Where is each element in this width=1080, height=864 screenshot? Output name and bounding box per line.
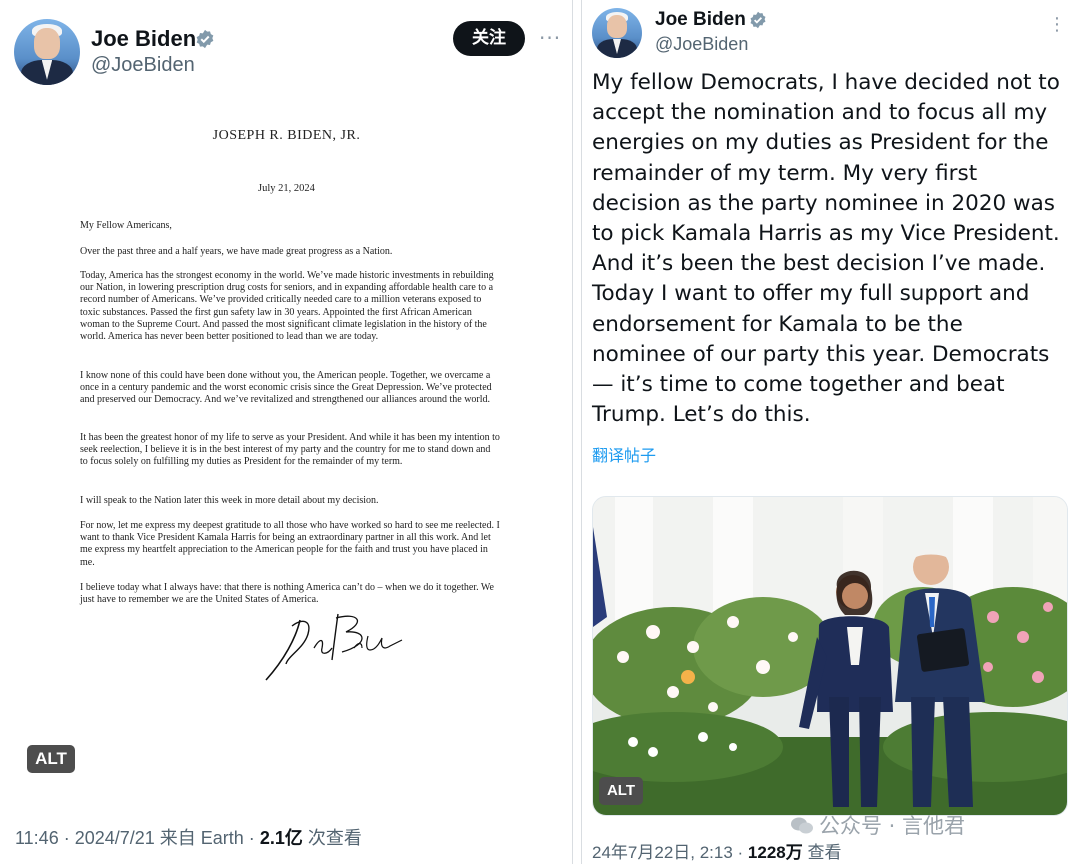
verified-badge-icon [750,11,766,29]
more-options-icon[interactable]: ⋮ [1048,14,1067,35]
photo-illustration [593,497,1067,815]
letter-paragraph: I believe today what I always have: that… [80,582,494,606]
author-handle[interactable]: @JoeBiden [655,34,748,55]
letter-date: July 21, 2024 [258,183,315,194]
alt-text-badge[interactable]: ALT [27,745,75,773]
letter-paragraph: Over the past three and a half years, we… [80,246,393,257]
letter-salutation: My Fellow Americans, [80,220,172,231]
left-post-panel: Joe Biden @JoeBiden 关注 ··· JOSEPH R. BID… [0,0,573,864]
author-name[interactable]: Joe Biden [655,9,746,31]
watermark: 公众号 · 言他君 [791,810,965,840]
view-count: 2.1亿 [259,828,303,848]
more-options-icon[interactable]: ··· [539,26,561,50]
post-timestamp[interactable]: 11:46 · 2024/7/21 来自 Earth · [15,828,260,848]
translate-post-link[interactable]: 翻译帖子 [592,442,656,466]
letter-paragraph: Today, America has the strongest economy… [80,270,494,343]
post-photo[interactable]: ALT [592,496,1068,816]
post-meta: 24年7月22日, 2:13 · 1228万 查看 [592,838,841,863]
letter-paragraph: I know none of this could have been done… [80,370,492,406]
watermark-text: 公众号 · 言他君 [819,814,966,838]
author-handle[interactable]: @JoeBiden [91,54,195,77]
letter-paragraph: I will speak to the Nation later this we… [80,495,379,506]
view-label: 查看 [802,843,842,862]
follow-button[interactable]: 关注 [453,21,525,56]
post-timestamp[interactable]: 24年7月22日, 2:13 · [592,843,748,862]
letter-heading: JOSEPH R. BIDEN, JR. [212,128,361,143]
author-avatar[interactable] [592,8,642,58]
author-name[interactable]: Joe Biden [91,26,196,52]
letter-paragraph: For now, let me express my deepest grati… [80,520,500,568]
post-meta: 11:46 · 2024/7/21 来自 Earth · 2.1亿 次查看 [15,824,362,850]
wechat-icon [791,816,813,834]
post-text: My fellow Democrats, I have decided not … [592,70,1060,428]
verified-badge-icon [196,29,214,49]
author-avatar[interactable] [14,19,80,85]
signature-image [265,613,403,681]
view-label: 次查看 [302,828,362,848]
alt-text-badge[interactable]: ALT [599,777,643,805]
right-post-panel: Joe Biden @JoeBiden ⋮ My fellow Democrat… [581,0,1080,864]
letter-paragraph: It has been the greatest honor of my lif… [80,432,500,468]
view-count: 1228万 [747,843,803,862]
